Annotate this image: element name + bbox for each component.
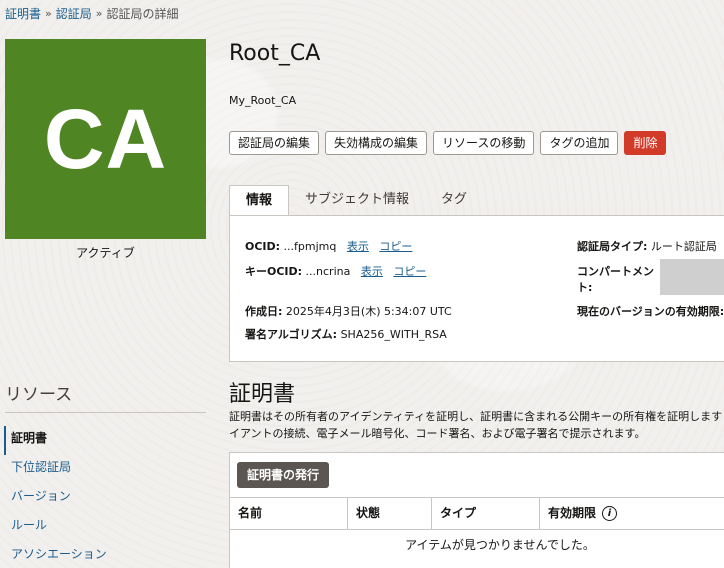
empty-table-message: アイテムが見つかりませんでした。 [405, 538, 595, 552]
certificates-title: 証明書 [229, 382, 296, 407]
add-tags-button[interactable]: タグの追加 [540, 131, 619, 155]
action-bar: 認証局の編集 失効構成の編集 リソースの移動 タグの追加 削除 [229, 131, 667, 155]
info-panel: OCID: ...fpmjmq 表示 コピー キーOCID: ...ncrina… [229, 215, 724, 362]
delete-button[interactable]: 削除 [624, 131, 667, 155]
column-expiry[interactable]: 有効期限 i [540, 498, 724, 529]
created-row: 作成日: 2025年4月3日(木) 5:34:07 UTC [245, 303, 452, 319]
key-ocid-show-link[interactable]: 表示 [361, 265, 383, 278]
key-ocid-copy-link[interactable]: コピー [393, 265, 426, 278]
created-value: 2025年4月3日(木) 5:34:07 UTC [285, 305, 452, 318]
ca-type-value: ルート認証局 [650, 240, 717, 253]
certificates-table: 名前 状態 タイプ 有効期限 i アイテムが見つかりませんでした。 [230, 497, 724, 560]
certificates-description-line2: イアントの接続、電子メール暗号化、コード署名、および電子署名で提示されます。 [229, 427, 646, 440]
compartment-label-line2: ト: [577, 281, 593, 294]
key-ocid-value: ...ncrina [305, 265, 351, 278]
ocid-show-link[interactable]: 表示 [347, 240, 369, 253]
breadcrumb-certificates[interactable]: 証明書 [5, 5, 41, 22]
compartment-label: コンパートメン [577, 263, 654, 279]
ca-badge: CA [5, 39, 206, 239]
edit-revocation-button[interactable]: 失効構成の編集 [325, 131, 428, 155]
page-subtitle: My_Root_CA [229, 94, 297, 107]
resource-item-certificates[interactable]: 証明書 [4, 426, 206, 455]
resources-list: 証明書 下位認証局 バージョン ルール アソシエーション [4, 426, 206, 568]
ocid-copy-link[interactable]: コピー [379, 240, 412, 253]
breadcrumb-current: 認証局の詳細 [106, 7, 179, 21]
resource-item-rules[interactable]: ルール [4, 513, 206, 542]
breadcrumb-separator: » [45, 7, 52, 20]
validity-label: 現在のバージョンの有効期限: [577, 305, 724, 318]
page-title: Root_CA [229, 41, 321, 66]
key-ocid-row: キーOCID: ...ncrina 表示 コピー [245, 263, 426, 279]
ocid-row: OCID: ...fpmjmq 表示 コピー [245, 238, 412, 254]
move-resource-button[interactable]: リソースの移動 [433, 131, 535, 155]
issue-certificate-button[interactable]: 証明書の発行 [237, 462, 330, 488]
certificates-description-line1: 証明書はその所有者のアイデンティティを証明し、証明書に含まれる公開キーの所有権を… [229, 410, 723, 423]
resource-item-subordinate-cas[interactable]: 下位認証局 [4, 455, 206, 484]
ca-badge-text: CA [43, 91, 168, 186]
column-state-label: 状態 [356, 506, 381, 520]
tab-tags[interactable]: タグ [425, 185, 483, 216]
edit-ca-button[interactable]: 認証局の編集 [229, 131, 320, 155]
breadcrumb-separator: » [95, 7, 103, 20]
validity-row: 現在のバージョンの有効期限: [577, 303, 724, 319]
algorithm-row: 署名アルゴリズム: SHA256_WITH_RSA [245, 326, 447, 342]
compartment-value-redacted [660, 259, 724, 295]
column-type[interactable]: タイプ [432, 498, 540, 529]
algorithm-value: SHA256_WITH_RSA [340, 328, 447, 341]
created-label: 作成日: [245, 305, 283, 318]
compartment-label-line1: コンパートメン [577, 265, 654, 278]
status-label: アクティブ [76, 246, 135, 260]
tab-bar: 情報 サブジェクト情報 タグ [229, 185, 483, 216]
resource-item-associations[interactable]: アソシエーション [4, 542, 206, 568]
column-state[interactable]: 状態 [348, 498, 432, 529]
ca-type-row: 認証局タイプ: ルート認証局 [577, 238, 717, 254]
ocid-label: OCID: [245, 240, 281, 253]
compartment-label-cont: ト: [577, 279, 592, 295]
certificates-card: 証明書の発行 名前 状態 タイプ 有効期限 i アイテムが見つかりませんでした。 [229, 452, 724, 568]
info-icon[interactable]: i [602, 506, 618, 521]
tab-subject-info[interactable]: サブジェクト情報 [289, 185, 425, 216]
resource-item-versions[interactable]: バージョン [4, 484, 206, 513]
tab-info[interactable]: 情報 [229, 185, 290, 216]
breadcrumb-cas[interactable]: 認証局 [56, 5, 92, 22]
certificates-description: 証明書はその所有者のアイデンティティを証明し、証明書に含まれる公開キーの所有権を… [229, 408, 724, 442]
column-type-label: タイプ [440, 506, 477, 520]
algorithm-label: 署名アルゴリズム: [245, 328, 338, 341]
resources-divider [5, 412, 206, 413]
column-name-label: 名前 [238, 506, 263, 520]
ca-type-label: 認証局タイプ: [577, 240, 648, 253]
ocid-value: ...fpmjmq [283, 240, 337, 253]
resources-title: リソース [5, 385, 73, 405]
breadcrumb: 証明書 » 認証局 » 認証局の詳細 [5, 5, 179, 22]
column-name[interactable]: 名前 [230, 498, 348, 529]
column-expiry-label: 有効期限 [548, 506, 597, 520]
key-ocid-label: キーOCID: [245, 265, 303, 278]
table-header: 名前 状態 タイプ 有効期限 i [230, 497, 724, 530]
